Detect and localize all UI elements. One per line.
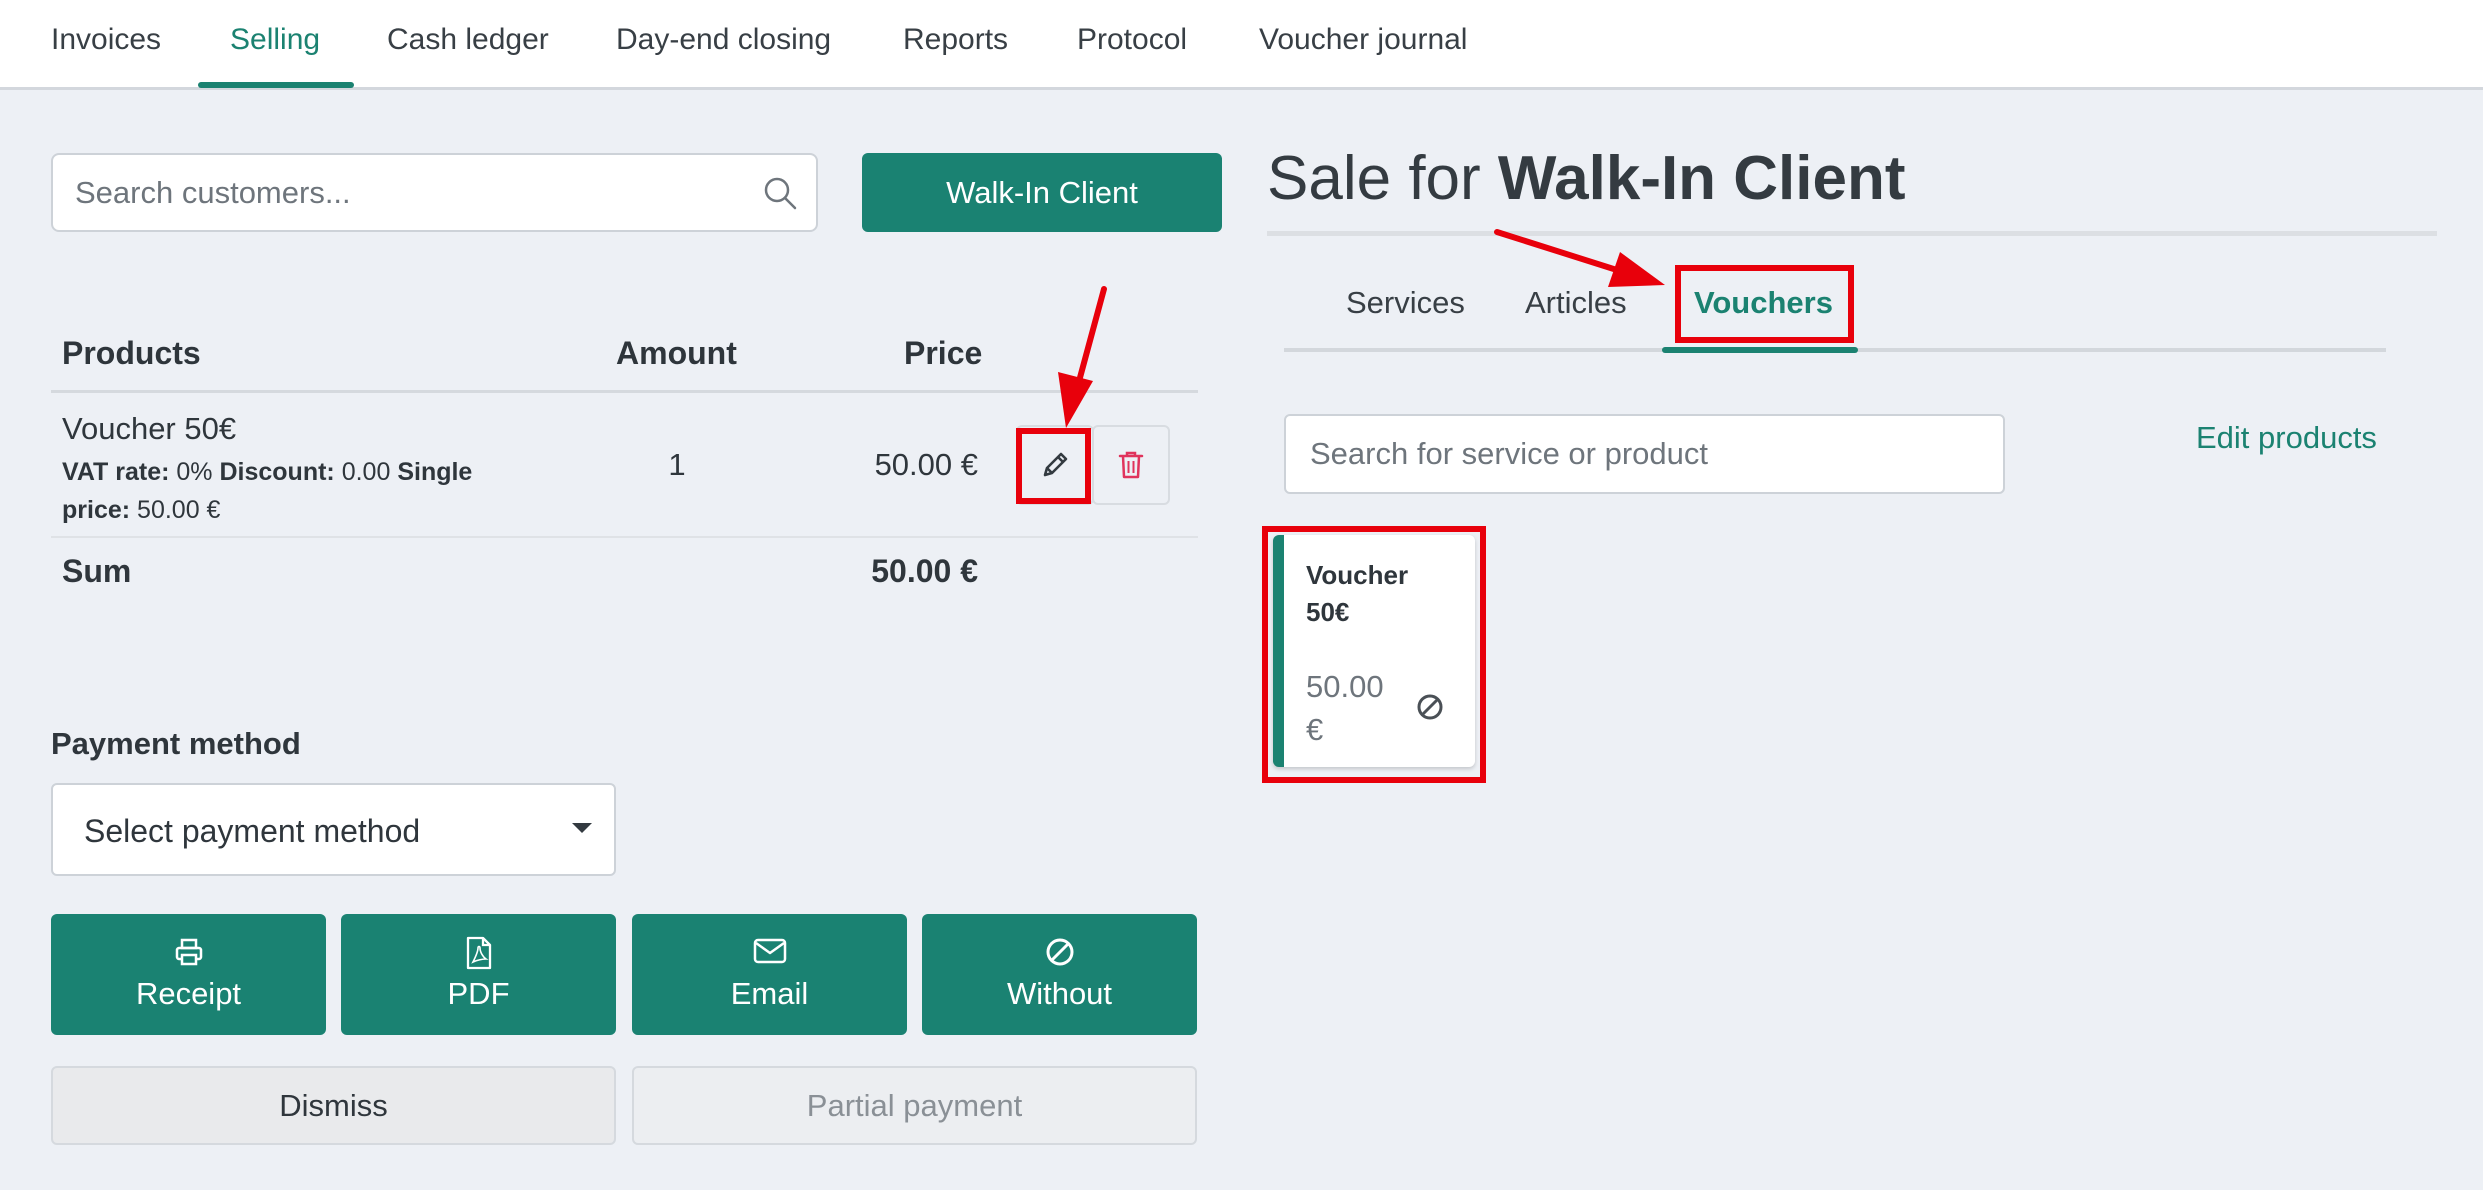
highlight-edit-button	[1016, 428, 1091, 504]
discount-value: 0.00	[341, 458, 391, 486]
customer-search-input[interactable]	[75, 155, 755, 230]
delete-item-button[interactable]	[1092, 425, 1170, 505]
printer-icon	[175, 938, 202, 966]
walk-in-client-button[interactable]: Walk-In Client	[862, 153, 1222, 232]
title-divider	[1267, 231, 2437, 236]
caret-down-icon	[572, 823, 592, 833]
tab-active-indicator	[1662, 347, 1858, 353]
sum-value: 50.00 €	[871, 553, 978, 589]
tab-articles[interactable]: Articles	[1525, 285, 1627, 321]
receipt-button[interactable]: Receipt	[51, 914, 326, 1035]
nav-selling[interactable]: Selling	[230, 0, 320, 90]
column-header-price: Price	[904, 335, 983, 371]
table-row-divider	[51, 536, 1198, 538]
nav-invoices[interactable]: Invoices	[51, 0, 161, 90]
arrow-to-vouchers-line	[1494, 229, 1623, 274]
ban-icon	[1046, 938, 1073, 966]
sale-title-prefix: Sale for	[1267, 144, 1481, 213]
without-label: Without	[1006, 976, 1113, 1011]
nav-day-end-closing[interactable]: Day-end closing	[616, 0, 831, 90]
customer-search-box	[51, 153, 818, 232]
payment-method-value: Select payment method	[84, 813, 421, 849]
receipt-label: Receipt	[135, 976, 242, 1011]
highlight-voucher-card	[1262, 526, 1486, 783]
nav-active-indicator	[198, 82, 354, 88]
partial-payment-button[interactable]: Partial payment	[632, 1066, 1197, 1145]
product-amount: 1	[668, 447, 686, 482]
payment-method-select[interactable]: Select payment method	[51, 783, 616, 876]
sale-client-name: Walk-In Client	[1497, 144, 1906, 213]
trash-icon	[1118, 451, 1144, 479]
sum-label: Sum	[62, 553, 132, 589]
table-header-divider	[51, 390, 1198, 393]
arrow-to-edit-line	[1075, 286, 1107, 388]
arrow-to-vouchers-head	[1608, 252, 1665, 287]
payment-method-label: Payment method	[51, 726, 301, 761]
vat-rate-label: VAT rate:	[62, 458, 170, 486]
pdf-label: PDF	[447, 976, 510, 1011]
product-search-box	[1284, 414, 2005, 494]
single-price-value: 50.00 €	[137, 496, 221, 524]
pdf-button[interactable]: PDF	[341, 914, 616, 1035]
product-price: 50.00 €	[874, 447, 978, 482]
search-icon[interactable]	[762, 175, 798, 211]
column-header-products: Products	[62, 335, 201, 371]
email-label: Email	[730, 976, 809, 1011]
nav-reports[interactable]: Reports	[903, 0, 1008, 90]
edit-products-link[interactable]: Edit products	[2196, 420, 2377, 456]
top-navigation: Invoices Selling Cash ledger Day-end clo…	[0, 0, 2483, 90]
without-button[interactable]: Without	[922, 914, 1197, 1035]
tab-services[interactable]: Services	[1346, 285, 1465, 321]
product-details: VAT rate: 0% Discount: 0.00 Single price…	[62, 453, 482, 529]
dismiss-button[interactable]: Dismiss	[51, 1066, 616, 1145]
vat-rate-value: 0%	[176, 458, 213, 486]
product-name: Voucher 50€	[62, 411, 237, 446]
envelope-icon	[753, 938, 786, 964]
highlight-vouchers-tab	[1675, 265, 1854, 343]
pdf-file-icon	[466, 936, 491, 970]
arrow-to-edit-head	[1058, 372, 1093, 428]
column-header-amount: Amount	[616, 335, 737, 371]
product-search-input[interactable]	[1310, 416, 1970, 492]
nav-cash-ledger[interactable]: Cash ledger	[387, 0, 549, 90]
page-title: Sale for Walk-In Client	[1267, 143, 1906, 214]
nav-voucher-journal[interactable]: Voucher journal	[1259, 0, 1467, 90]
email-button[interactable]: Email	[632, 914, 907, 1035]
discount-label: Discount:	[219, 458, 335, 486]
nav-protocol[interactable]: Protocol	[1077, 0, 1187, 90]
